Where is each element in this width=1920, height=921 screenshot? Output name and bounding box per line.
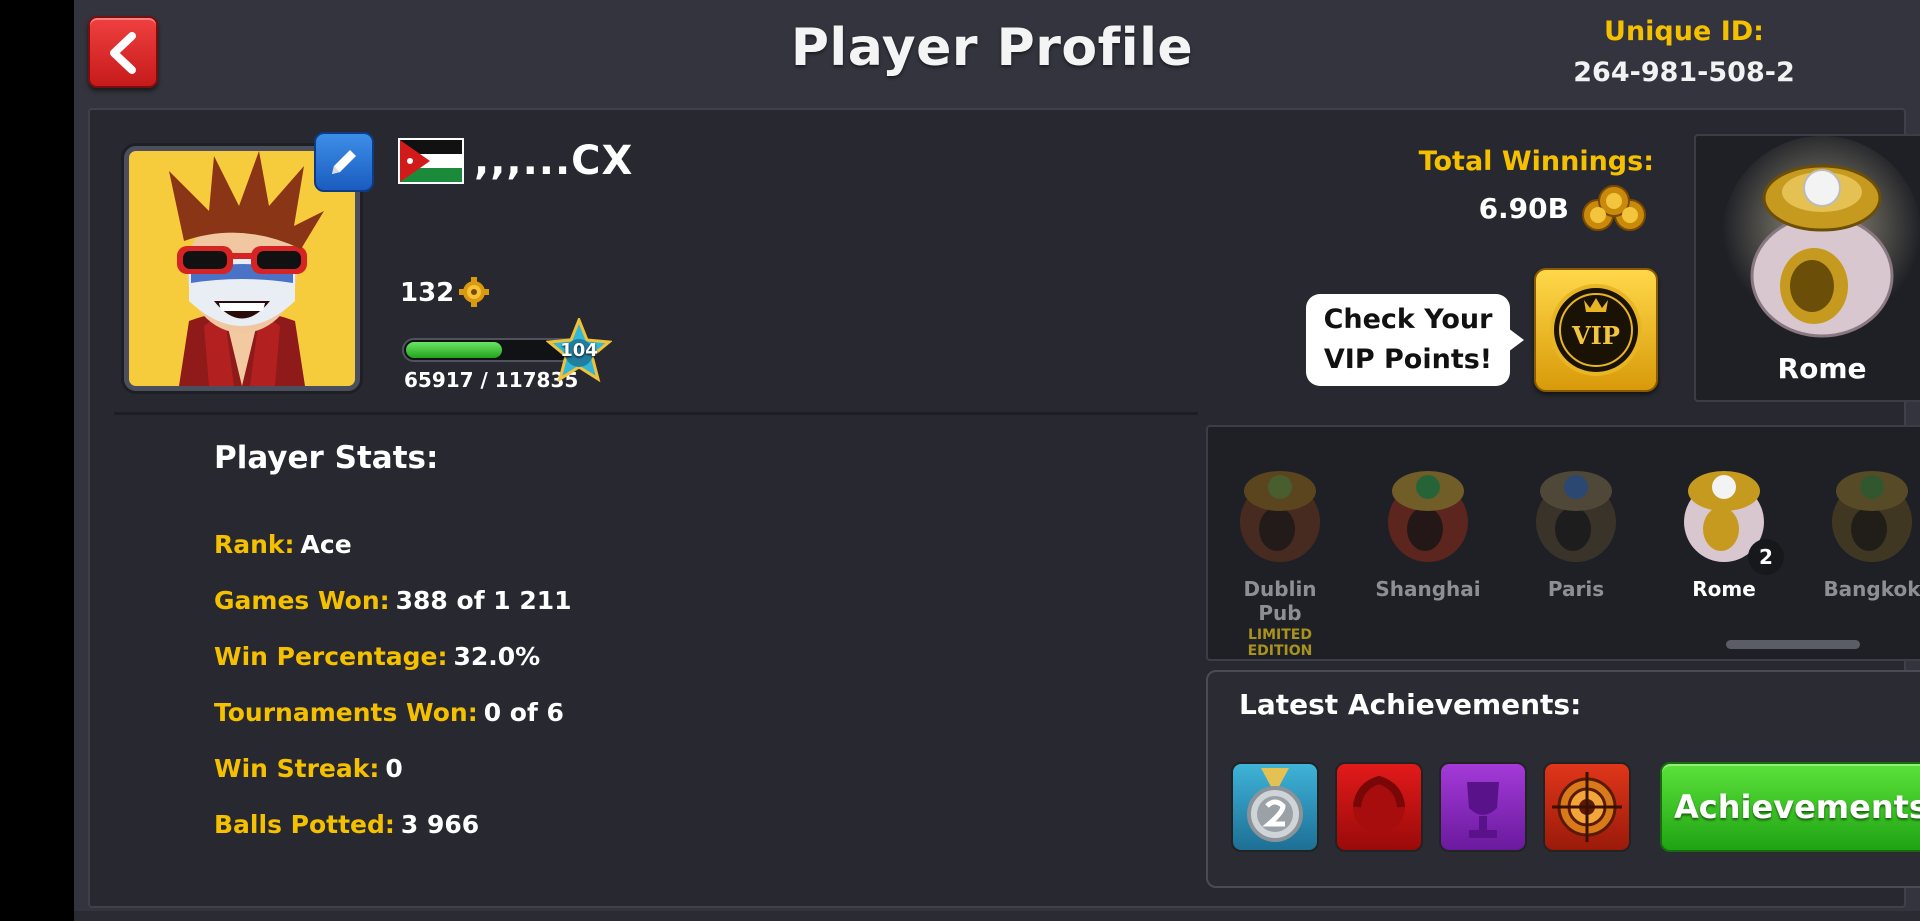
rome-ring-icon — [1722, 136, 1920, 338]
vip-bubble-line1: Check Your — [1323, 304, 1493, 335]
trophy-icon — [1467, 782, 1499, 838]
stat-label: Games Won: — [214, 586, 390, 615]
stat-label: Win Streak: — [214, 754, 380, 783]
featured-ring-label: Rome — [1777, 352, 1867, 385]
bangkok-ring-icon — [1832, 471, 1912, 562]
vip-button-text: VIP — [1571, 321, 1620, 350]
vip-button[interactable]: VIP — [1534, 268, 1658, 392]
red-laurel-icon[interactable] — [1335, 762, 1423, 852]
ring-edition: LIMITED EDITION — [1247, 627, 1313, 659]
stat-label: Balls Potted: — [214, 810, 395, 839]
stat-games-won: Games Won: 388 of 1 211 — [214, 586, 572, 615]
level-number: 104 — [560, 340, 598, 361]
stat-value: 32.0% — [453, 642, 541, 671]
laurel-icon — [1353, 775, 1405, 833]
stat-value: 0 of 6 — [483, 698, 564, 727]
total-winnings-value: 6.90B — [1478, 192, 1569, 225]
silver-medal-2-icon[interactable] — [1231, 762, 1319, 852]
pencil-icon — [332, 150, 356, 174]
country-flag-icon — [398, 138, 464, 184]
stat-value: 388 of 1 211 — [395, 586, 572, 615]
ring-name: Dublin Pub — [1243, 577, 1317, 625]
ring-name: Bangkok — [1823, 577, 1920, 601]
player-name: ,,,...CX — [474, 138, 634, 184]
stat-win-percentage: Win Percentage: 32.0% — [214, 642, 540, 671]
game-screen: Player Profile Unique ID: 264-981-508-2 — [74, 0, 1920, 921]
ring-name: Shanghai — [1375, 577, 1481, 601]
stat-tournaments-won: Tournaments Won: 0 of 6 — [214, 698, 564, 727]
unique-id-value: 264-981-508-2 — [1573, 57, 1795, 88]
total-winnings-label: Total Winnings: — [1418, 146, 1654, 177]
achievements-button[interactable]: Achievements — [1660, 762, 1920, 852]
player-stats-heading: Player Stats: — [214, 440, 439, 476]
shanghai-ring-icon — [1388, 471, 1468, 562]
edit-profile-button[interactable] — [314, 132, 374, 192]
ring-item-paris[interactable]: Paris — [1516, 457, 1636, 601]
stat-value: Ace — [300, 530, 352, 559]
stat-rank: Rank: Ace — [214, 530, 352, 559]
jordan-flag-icon — [400, 140, 462, 182]
medal-icon — [1247, 768, 1303, 842]
vip-badge-icon: VIP — [1550, 284, 1642, 376]
ring-item-rome[interactable]: Rome 2 — [1664, 457, 1784, 601]
carousel-scrollbar[interactable] — [1726, 640, 1860, 649]
achievements-heading: Latest Achievements: — [1239, 688, 1582, 721]
gear-coin-icon — [459, 277, 489, 307]
ring-count-badge: 2 — [1748, 539, 1784, 575]
target-icon[interactable] — [1543, 762, 1631, 852]
ring-name: Rome — [1692, 577, 1756, 601]
rings-carousel[interactable]: Dublin Pub LIMITED EDITION Shanghai Pari… — [1206, 425, 1920, 661]
panel-divider — [114, 412, 1198, 415]
stat-balls-potted: Balls Potted: 3 966 — [214, 810, 479, 839]
stat-win-streak: Win Streak: 0 — [214, 754, 403, 783]
vip-bubble-line2: VIP Points! — [1323, 344, 1493, 375]
coin-stack-icon — [1582, 185, 1646, 231]
stat-label: Tournaments Won: — [214, 698, 478, 727]
stat-label: Win Percentage: — [214, 642, 448, 671]
unique-id-label: Unique ID: — [1604, 16, 1764, 47]
purple-trophy-icon[interactable] — [1439, 762, 1527, 852]
stat-label: Rank: — [214, 530, 295, 559]
stat-value: 0 — [385, 754, 403, 783]
vip-points-bubble[interactable]: Check Your VIP Points! — [1306, 294, 1524, 386]
ring-item-dublin-pub[interactable]: Dublin Pub LIMITED EDITION — [1220, 457, 1340, 659]
xp-progress-fill — [406, 342, 502, 358]
stat-value: 3 966 — [400, 810, 480, 839]
ring-item-bangkok[interactable]: Bangkok — [1812, 457, 1920, 601]
coin-count: 132 — [400, 278, 455, 308]
crosshair-icon — [1552, 772, 1622, 842]
ring-name: Paris — [1547, 577, 1605, 601]
ring-item-shanghai[interactable]: Shanghai — [1368, 457, 1488, 601]
paris-ring-icon — [1536, 471, 1616, 562]
dublin-pub-ring-icon — [1240, 471, 1320, 562]
